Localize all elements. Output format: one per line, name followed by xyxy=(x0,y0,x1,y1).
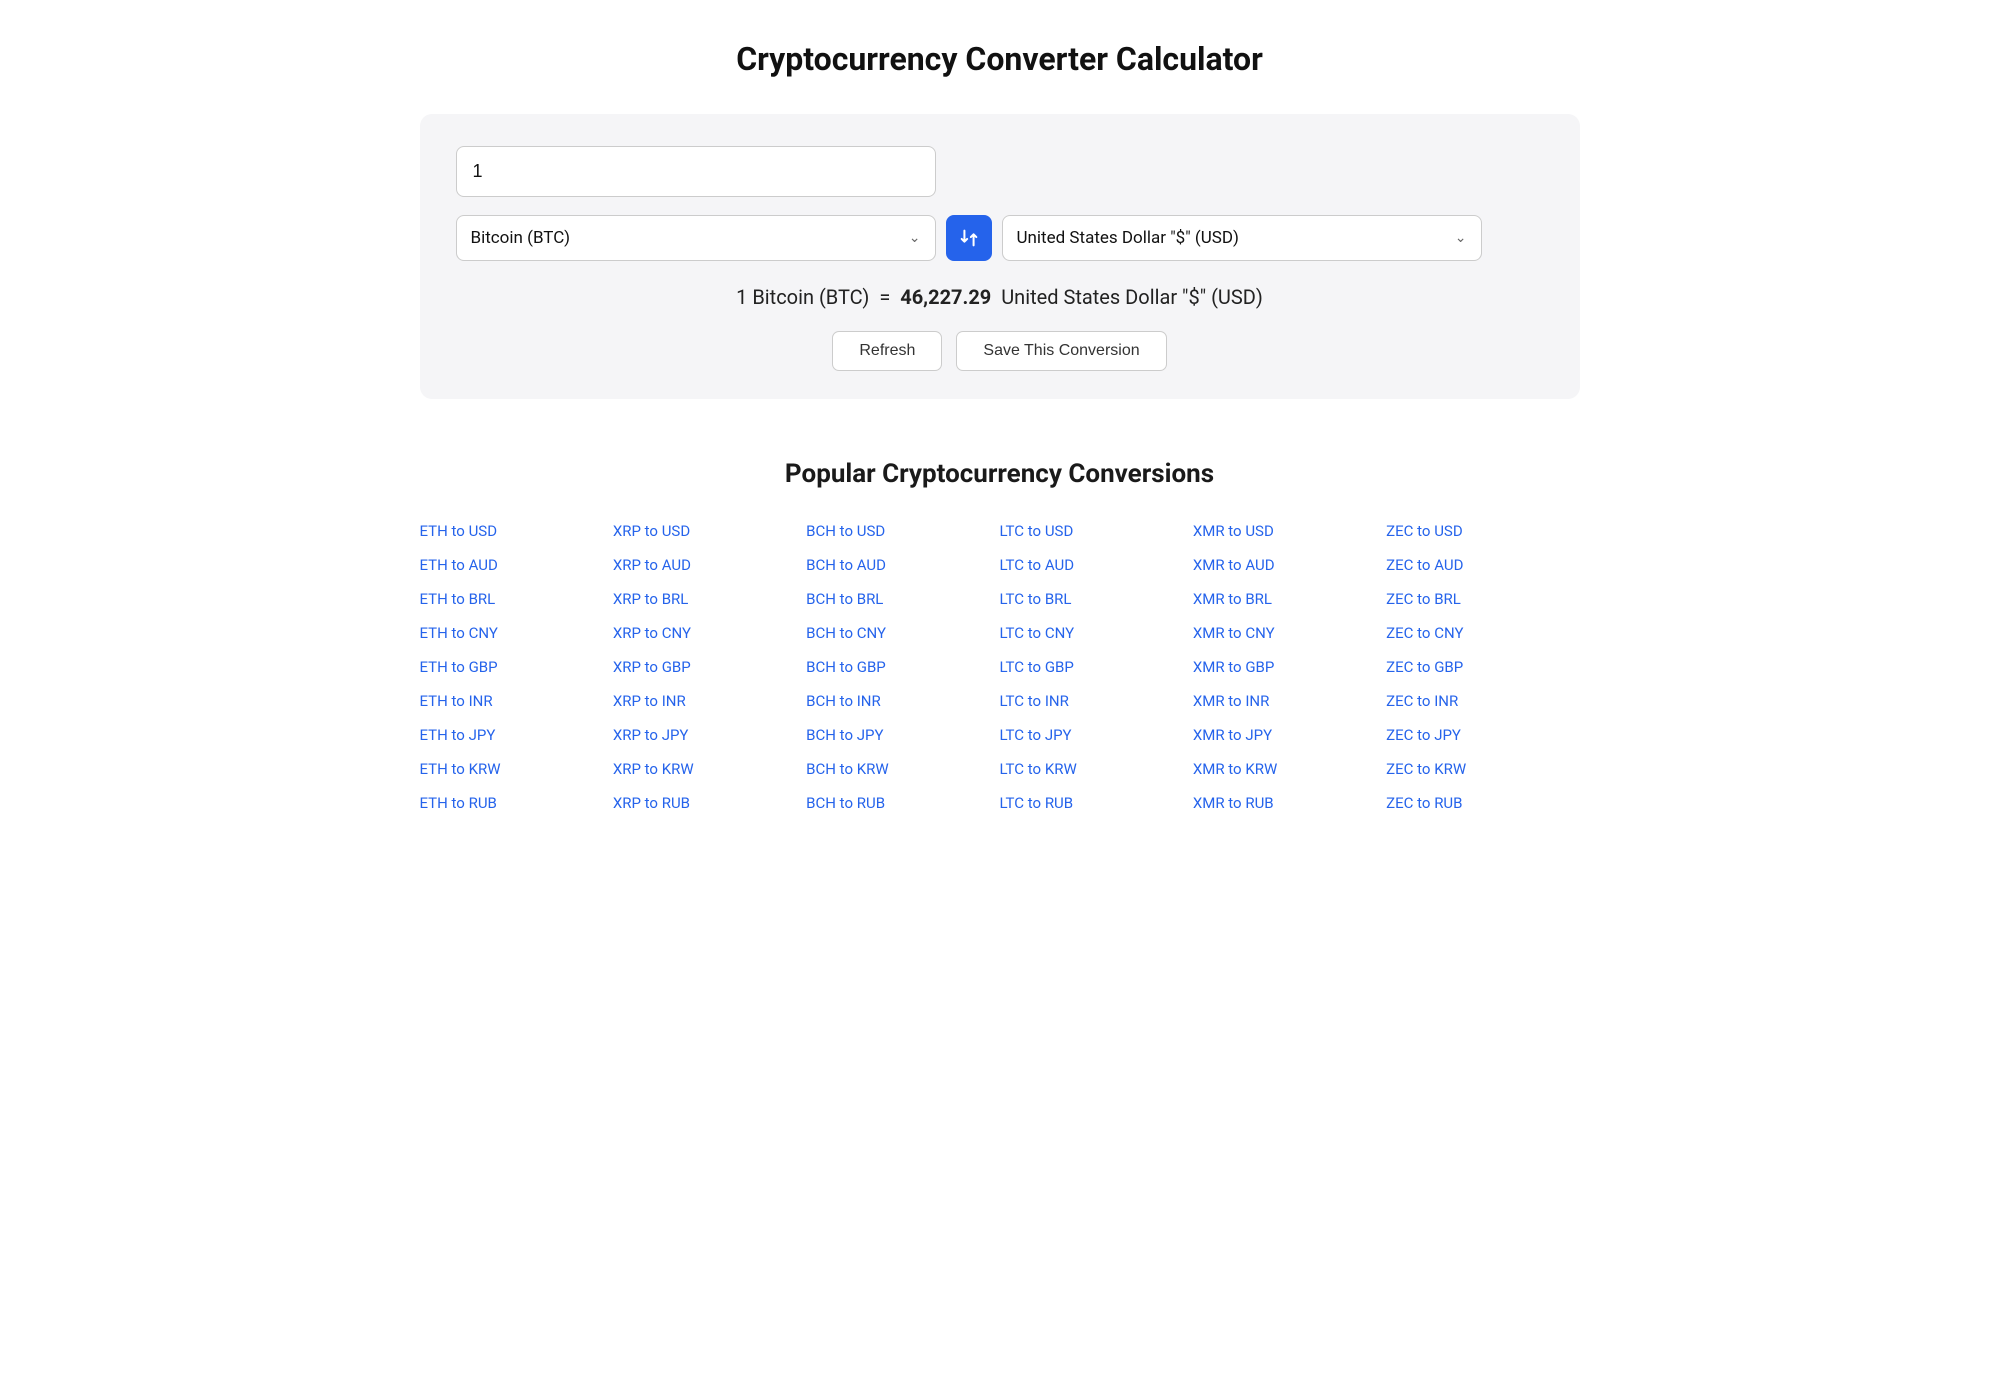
conversion-link[interactable]: XMR to BRL xyxy=(1193,585,1386,613)
conversion-link[interactable]: LTC to KRW xyxy=(999,755,1192,783)
result-prefix: 1 Bitcoin (BTC) xyxy=(736,285,869,309)
conversion-link[interactable]: BCH to AUD xyxy=(806,551,999,579)
conversion-link[interactable]: ETH to KRW xyxy=(420,755,613,783)
conversion-link[interactable]: XMR to JPY xyxy=(1193,721,1386,749)
conversion-link[interactable]: BCH to CNY xyxy=(806,619,999,647)
conversion-link[interactable]: ZEC to RUB xyxy=(1386,789,1579,817)
from-currency-label: Bitcoin (BTC) xyxy=(471,228,909,248)
selectors-row: Bitcoin (BTC) ⌄ United States Dollar "$"… xyxy=(456,215,1544,261)
conversion-link[interactable]: BCH to INR xyxy=(806,687,999,715)
action-buttons: Refresh Save This Conversion xyxy=(456,331,1544,371)
result-line: 1 Bitcoin (BTC) = 46,227.29 United State… xyxy=(456,285,1544,309)
conversion-link[interactable]: ETH to RUB xyxy=(420,789,613,817)
conversion-link[interactable]: XRP to AUD xyxy=(613,551,806,579)
conversion-link[interactable]: ZEC to INR xyxy=(1386,687,1579,715)
conversion-link[interactable]: XMR to GBP xyxy=(1193,653,1386,681)
conversion-link[interactable]: ZEC to GBP xyxy=(1386,653,1579,681)
conversions-grid: ETH to USD ETH to AUD ETH to BRL ETH to CNY… xyxy=(420,517,1580,817)
conversion-link[interactable]: XMR to USD xyxy=(1193,517,1386,545)
conversion-link[interactable]: ZEC to USD xyxy=(1386,517,1579,545)
refresh-button[interactable]: Refresh xyxy=(832,331,942,371)
conversion-link[interactable]: XMR to INR xyxy=(1193,687,1386,715)
conversion-link[interactable]: LTC to AUD xyxy=(999,551,1192,579)
result-value: 46,227.29 xyxy=(900,285,991,309)
conversion-link[interactable]: XMR to KRW xyxy=(1193,755,1386,783)
conversion-link[interactable]: ZEC to BRL xyxy=(1386,585,1579,613)
to-currency-select[interactable]: United States Dollar "$" (USD) ⌄ xyxy=(1002,215,1482,261)
conversion-link[interactable]: BCH to KRW xyxy=(806,755,999,783)
conversion-link[interactable]: LTC to RUB xyxy=(999,789,1192,817)
conversion-link[interactable]: BCH to BRL xyxy=(806,585,999,613)
conversion-link[interactable]: ETH to GBP xyxy=(420,653,613,681)
conversion-link[interactable]: ETH to INR xyxy=(420,687,613,715)
amount-input[interactable] xyxy=(456,146,936,197)
result-equals: = xyxy=(879,285,890,309)
conversion-link[interactable]: XRP to BRL xyxy=(613,585,806,613)
popular-conversions-section: Popular Cryptocurrency Conversions ETH t… xyxy=(420,459,1580,817)
conversion-link[interactable]: ETH to BRL xyxy=(420,585,613,613)
conversion-link[interactable]: LTC to USD xyxy=(999,517,1192,545)
conversion-link[interactable]: BCH to GBP xyxy=(806,653,999,681)
conversion-link[interactable]: XRP to KRW xyxy=(613,755,806,783)
conversion-link[interactable]: ETH to JPY xyxy=(420,721,613,749)
conversion-link[interactable]: BCH to USD xyxy=(806,517,999,545)
conversion-link[interactable]: XMR to CNY xyxy=(1193,619,1386,647)
conversion-link[interactable]: ZEC to CNY xyxy=(1386,619,1579,647)
converter-card: Bitcoin (BTC) ⌄ United States Dollar "$"… xyxy=(420,114,1580,399)
save-conversion-button[interactable]: Save This Conversion xyxy=(956,331,1166,371)
conversion-link[interactable]: BCH to JPY xyxy=(806,721,999,749)
popular-conversions-title: Popular Cryptocurrency Conversions xyxy=(420,459,1580,489)
to-currency-label: United States Dollar "$" (USD) xyxy=(1017,228,1455,248)
conversion-link[interactable]: ZEC to KRW xyxy=(1386,755,1579,783)
conversion-link[interactable]: ETH to USD xyxy=(420,517,613,545)
conversion-link[interactable]: XRP to CNY xyxy=(613,619,806,647)
conversion-link[interactable]: XMR to RUB xyxy=(1193,789,1386,817)
conversion-link[interactable]: LTC to GBP xyxy=(999,653,1192,681)
from-currency-chevron-icon: ⌄ xyxy=(909,230,921,246)
page-title: Cryptocurrency Converter Calculator xyxy=(60,40,1939,78)
result-suffix: United States Dollar "$" (USD) xyxy=(1001,285,1263,309)
conversion-link[interactable]: ZEC to JPY xyxy=(1386,721,1579,749)
conversion-link[interactable]: ZEC to AUD xyxy=(1386,551,1579,579)
conversion-link[interactable]: XRP to RUB xyxy=(613,789,806,817)
conversion-link[interactable]: XRP to USD xyxy=(613,517,806,545)
to-currency-chevron-icon: ⌄ xyxy=(1455,230,1467,246)
conversion-link[interactable]: XRP to JPY xyxy=(613,721,806,749)
swap-icon xyxy=(958,227,980,249)
from-currency-select[interactable]: Bitcoin (BTC) ⌄ xyxy=(456,215,936,261)
conversion-link[interactable]: LTC to CNY xyxy=(999,619,1192,647)
conversion-link[interactable]: LTC to BRL xyxy=(999,585,1192,613)
conversion-link[interactable]: BCH to RUB xyxy=(806,789,999,817)
conversion-link[interactable]: ETH to AUD xyxy=(420,551,613,579)
swap-button[interactable] xyxy=(946,215,992,261)
conversion-link[interactable]: XMR to AUD xyxy=(1193,551,1386,579)
conversion-link[interactable]: LTC to JPY xyxy=(999,721,1192,749)
conversion-link[interactable]: XRP to INR xyxy=(613,687,806,715)
conversion-link[interactable]: ETH to CNY xyxy=(420,619,613,647)
conversion-link[interactable]: XRP to GBP xyxy=(613,653,806,681)
conversion-link[interactable]: LTC to INR xyxy=(999,687,1192,715)
